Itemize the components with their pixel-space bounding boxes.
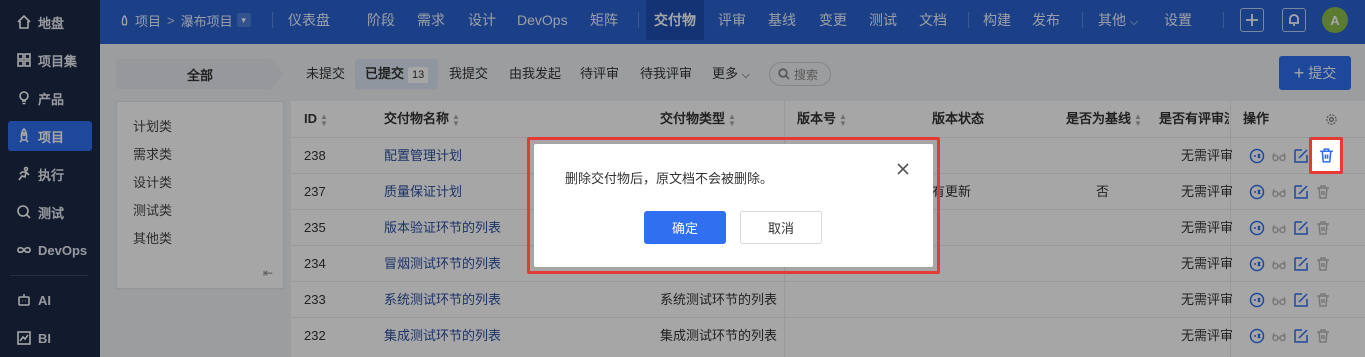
delete-icon-highlight[interactable]: [1309, 137, 1343, 174]
trash-icon: [1319, 148, 1333, 163]
close-icon[interactable]: [896, 162, 910, 176]
cancel-button[interactable]: 取消: [740, 211, 822, 244]
confirm-button[interactable]: 确定: [644, 211, 726, 244]
confirm-dialog: 删除交付物后，原文档不会被删除。 确定 取消: [534, 144, 933, 267]
dialog-message: 删除交付物后，原文档不会被删除。: [565, 171, 774, 186]
